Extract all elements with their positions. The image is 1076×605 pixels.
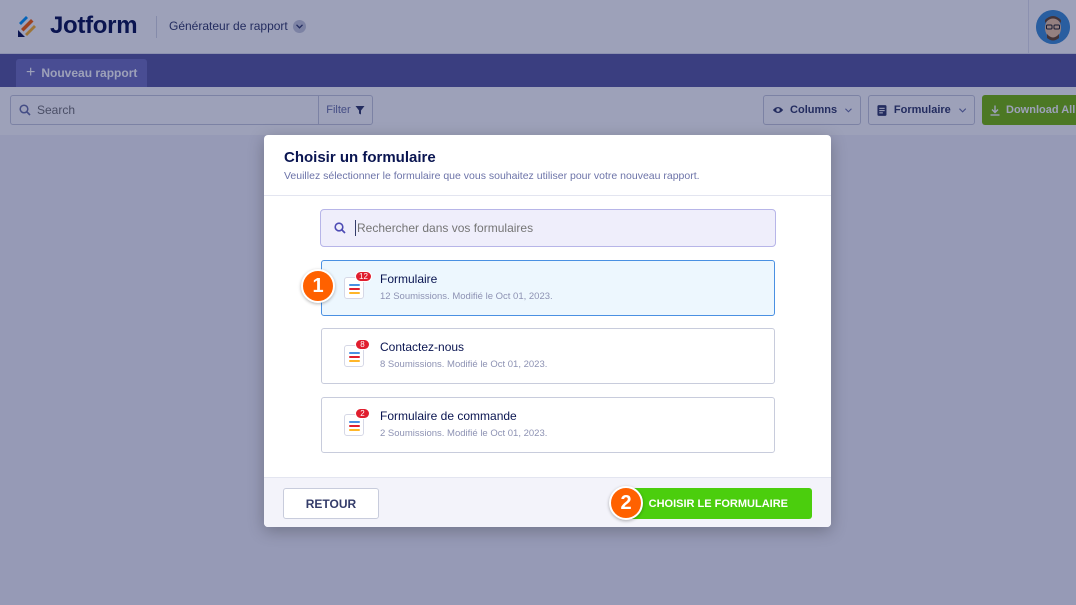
modal-header: Choisir un formulaire Veuillez sélection… <box>264 135 831 196</box>
form-search-input[interactable] <box>357 221 757 235</box>
choose-form-button[interactable]: CHOISIR LE FORMULAIRE <box>622 488 812 519</box>
modal-title: Choisir un formulaire <box>284 149 436 166</box>
modal-subtitle: Veuillez sélectionner le formulaire que … <box>284 170 700 182</box>
choose-form-modal: Choisir un formulaire Veuillez sélection… <box>264 135 831 527</box>
back-button[interactable]: RETOUR <box>283 488 379 519</box>
form-search <box>320 209 776 247</box>
modal-footer: RETOUR CHOISIR LE FORMULAIRE <box>264 477 831 527</box>
form-name: Contactez-nous <box>380 340 465 354</box>
form-meta: 12 Soumissions. Modifié le Oct 01, 2023. <box>380 291 553 302</box>
text-caret <box>355 220 356 236</box>
step-marker-1: 1 <box>301 269 335 303</box>
step-marker-2: 2 <box>609 486 643 520</box>
submission-count-badge: 8 <box>355 339 370 350</box>
form-list-item[interactable]: 8 Contactez-nous 8 Soumissions. Modifié … <box>321 328 775 384</box>
search-icon <box>334 222 346 234</box>
submission-count-badge: 2 <box>355 408 370 419</box>
form-name: Formulaire <box>380 272 438 286</box>
submission-count-badge: 12 <box>355 271 372 282</box>
form-meta: 2 Soumissions. Modifié le Oct 01, 2023. <box>380 428 548 439</box>
form-name: Formulaire de commande <box>380 409 517 423</box>
form-list-item[interactable]: 2 Formulaire de commande 2 Soumissions. … <box>321 397 775 453</box>
form-list-item[interactable]: 12 Formulaire 12 Soumissions. Modifié le… <box>321 260 775 316</box>
form-meta: 8 Soumissions. Modifié le Oct 01, 2023. <box>380 359 548 370</box>
